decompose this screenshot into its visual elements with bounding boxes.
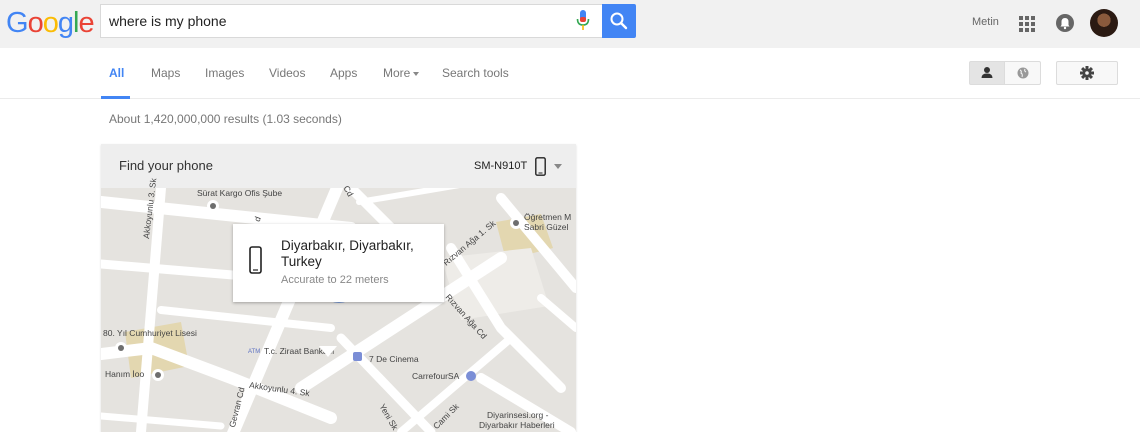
map-label: Öğretmen M bbox=[524, 212, 572, 222]
user-name[interactable]: Metin bbox=[972, 16, 999, 28]
google-logo[interactable]: Google bbox=[6, 6, 95, 40]
map-label: 80. Yıl Cumhuriyet Lisesi bbox=[103, 328, 197, 338]
search-icon bbox=[610, 12, 628, 30]
logo-letter: g bbox=[57, 7, 74, 39]
logo-letter: o bbox=[42, 7, 59, 39]
chevron-down-icon[interactable] bbox=[554, 164, 562, 169]
tab-search-tools[interactable]: Search tools bbox=[442, 66, 509, 80]
tab-maps[interactable]: Maps bbox=[151, 66, 180, 80]
result-stats: About 1,420,000,000 results (1.03 second… bbox=[109, 112, 342, 126]
notifications-icon[interactable] bbox=[1056, 14, 1074, 32]
logo-letter: o bbox=[27, 7, 44, 39]
search-button[interactable] bbox=[602, 4, 636, 38]
globe-icon bbox=[1017, 67, 1029, 79]
active-tab-indicator bbox=[101, 96, 130, 99]
top-bar: Google Metin bbox=[0, 0, 1140, 48]
logo-letter: G bbox=[6, 7, 29, 39]
tab-more-label: More bbox=[383, 66, 411, 80]
tab-all[interactable]: All bbox=[109, 66, 124, 80]
location-name: Diyarbakır, Diyarbakır, Turkey bbox=[281, 238, 414, 269]
location-popup: Diyarbakır, Diyarbakır, Turkey Accurate … bbox=[233, 224, 444, 302]
map-label: Sürat Kargo Ofis Şube bbox=[197, 188, 283, 198]
search-input[interactable] bbox=[109, 11, 569, 31]
person-icon bbox=[981, 67, 993, 78]
personal-results-button[interactable] bbox=[969, 61, 1005, 85]
card-title: Find your phone bbox=[119, 158, 213, 173]
phone-icon bbox=[249, 246, 262, 274]
map-label: 7 De Cinema bbox=[369, 354, 419, 364]
atm-icon: ATM bbox=[248, 349, 261, 355]
device-selector-label[interactable]: SM-N910T bbox=[474, 160, 527, 172]
map-label: Diyarbakır Haberleri bbox=[479, 420, 555, 430]
find-phone-card: Find your phone SM-N910T Sürat Kargo Ofi… bbox=[101, 144, 576, 432]
apps-grid-icon[interactable] bbox=[1019, 16, 1035, 32]
map-label: Diyarinsesi.org - bbox=[487, 410, 549, 420]
map-label: Sabri Güzel bbox=[524, 222, 569, 232]
tab-apps[interactable]: Apps bbox=[330, 66, 357, 80]
settings-button[interactable] bbox=[1056, 61, 1118, 85]
popup-pointer bbox=[319, 346, 337, 357]
logo-letter: e bbox=[78, 7, 94, 39]
gear-icon bbox=[1080, 66, 1094, 80]
global-results-button[interactable] bbox=[1004, 61, 1041, 85]
mic-icon[interactable] bbox=[576, 10, 590, 32]
tab-videos[interactable]: Videos bbox=[269, 66, 305, 80]
tab-more[interactable]: More bbox=[383, 66, 420, 80]
map-label: CarrefourSA bbox=[412, 371, 460, 381]
card-header: Find your phone SM-N910T bbox=[101, 144, 576, 188]
avatar[interactable] bbox=[1090, 9, 1118, 37]
phone-icon[interactable] bbox=[535, 157, 546, 176]
chevron-down-icon bbox=[413, 71, 420, 76]
map-label: Hanım İoo bbox=[105, 369, 145, 379]
location-accuracy: Accurate to 22 meters bbox=[281, 274, 389, 286]
tab-images[interactable]: Images bbox=[205, 66, 244, 80]
search-box[interactable] bbox=[100, 4, 602, 38]
